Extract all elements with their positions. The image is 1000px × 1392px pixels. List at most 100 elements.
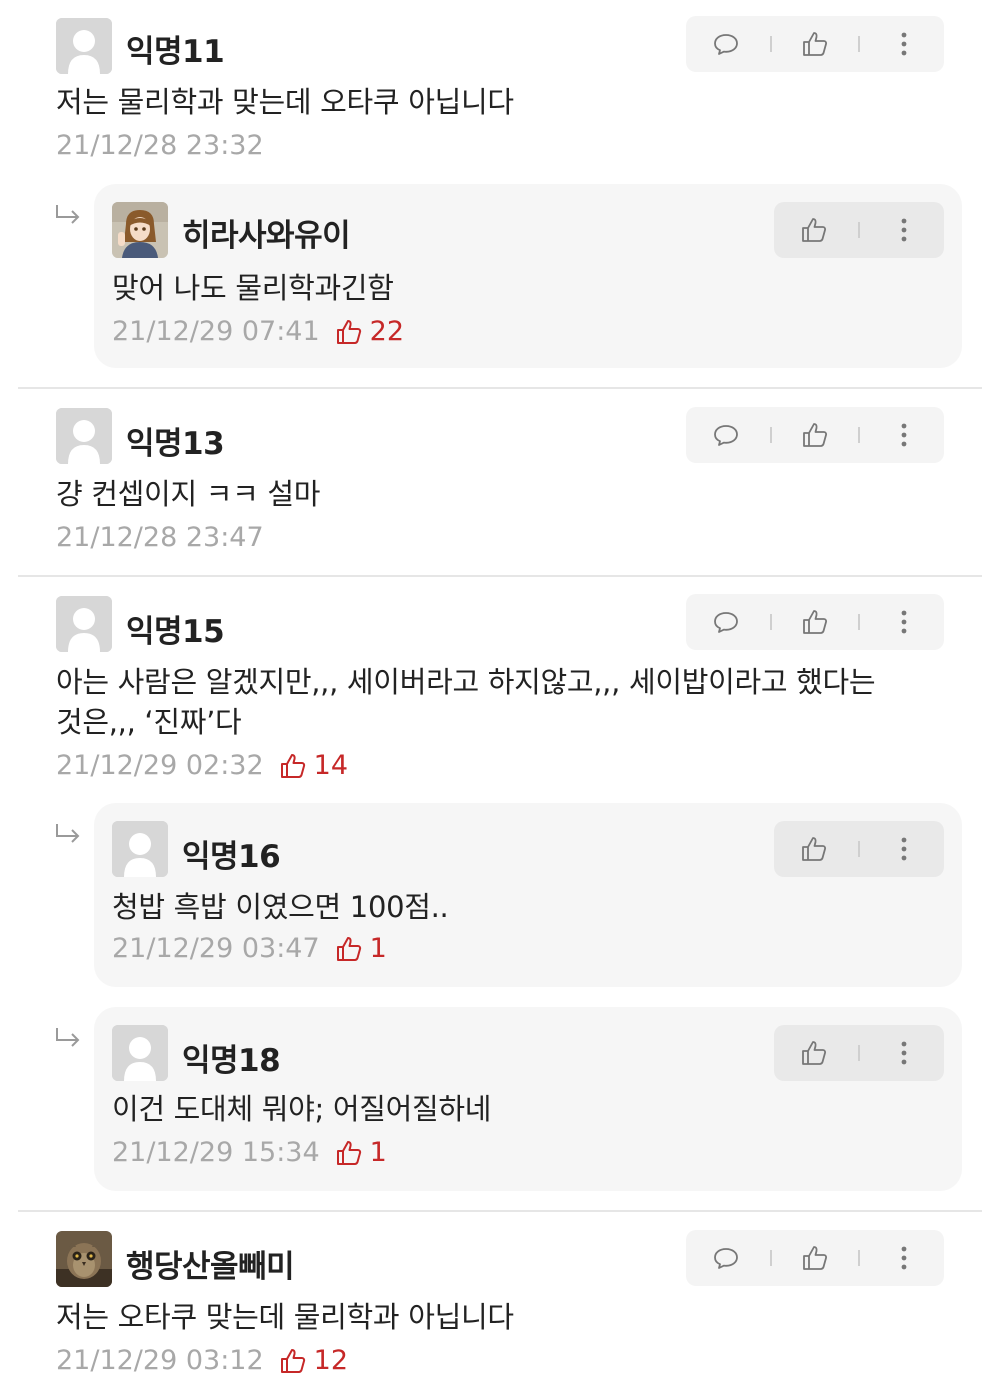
- avatar: [112, 202, 168, 258]
- more-vertical-icon: [901, 837, 907, 861]
- reply-arrow-icon: [56, 205, 80, 224]
- thumbs-up-icon: [802, 837, 827, 861]
- thumbs-up-icon: [280, 753, 305, 778]
- reply-actions: [774, 202, 944, 258]
- reply-text: 이건 도대체 뭐야; 어질어질하네: [112, 1092, 492, 1126]
- more-vertical-icon: [901, 218, 907, 242]
- comment: 익명13 걍 컨셉이지 ㅋㅋ 설마 21/12/28 23:47: [0, 390, 1000, 576]
- reply-arrow-icon: [56, 1028, 80, 1047]
- comment-actions: [686, 594, 944, 650]
- comment-meta: 21/12/29 03:12 12: [56, 1345, 348, 1376]
- like-count-value: 22: [369, 316, 405, 347]
- like-count: 22: [334, 316, 404, 347]
- thumbs-up-icon: [803, 423, 827, 447]
- comment-meta: 21/12/28 23:47: [56, 522, 264, 553]
- avatar: [56, 1231, 112, 1287]
- more-button[interactable]: [887, 1036, 921, 1070]
- reply-button[interactable]: [709, 605, 743, 639]
- divider: [18, 387, 982, 389]
- like-count-value: 1: [369, 933, 387, 964]
- separator: [858, 427, 861, 443]
- reply: 히라사와유이 맞어 나도 물리학과긴함 21/12/29 07:41 22: [94, 184, 962, 368]
- separator: [857, 222, 860, 238]
- like-count-value: 1: [369, 1137, 387, 1168]
- more-button[interactable]: [887, 605, 921, 639]
- avatar: [56, 596, 112, 652]
- reply-button[interactable]: [709, 27, 743, 61]
- separator: [857, 841, 860, 857]
- thumbs-up-icon: [336, 319, 361, 344]
- like-button[interactable]: [797, 213, 831, 247]
- comment-actions: [686, 1230, 944, 1286]
- more-vertical-icon: [901, 1246, 907, 1270]
- thumbs-up-icon: [803, 610, 827, 634]
- more-button[interactable]: [887, 418, 921, 452]
- reply-meta: 21/12/29 03:47 1: [112, 933, 387, 964]
- thumbs-up-icon: [802, 218, 827, 242]
- timestamp: 21/12/28 23:32: [56, 130, 264, 161]
- thumbs-up-icon: [802, 1041, 827, 1065]
- comment: 익명11 저는 물리학과 맞는데 오타쿠 아닙니다 21/12/28 23:32…: [0, 0, 1000, 380]
- like-button[interactable]: [798, 1241, 832, 1275]
- comment-text-line: 것은,,, ‘진짜’다: [56, 705, 242, 739]
- like-button[interactable]: [798, 27, 832, 61]
- comment-meta: 21/12/29 02:32 14: [56, 750, 348, 781]
- timestamp: 21/12/29 07:41: [112, 316, 320, 347]
- like-button[interactable]: [797, 1036, 831, 1070]
- separator: [769, 1250, 772, 1266]
- author-name[interactable]: 익명15: [126, 606, 225, 651]
- like-button[interactable]: [797, 832, 831, 866]
- timestamp: 21/12/29 03:12: [56, 1345, 264, 1376]
- comment: 행당산올빼미 저는 오타쿠 맞는데 물리학과 아닙니다 21/12/29 03:…: [0, 1213, 1000, 1392]
- reply-text: 청밥 흑밥 이였으면 100점..: [112, 890, 449, 924]
- comment-text: 저는 오타쿠 맞는데 물리학과 아닙니다: [56, 1300, 514, 1334]
- author-name[interactable]: 행당산올빼미: [126, 1241, 295, 1286]
- divider: [18, 1210, 982, 1212]
- more-vertical-icon: [901, 610, 907, 634]
- more-vertical-icon: [901, 423, 907, 447]
- speech-bubble-icon: [714, 34, 739, 55]
- thumbs-up-icon: [803, 32, 827, 56]
- reply-text: 맞어 나도 물리학과긴함: [112, 271, 394, 305]
- separator: [769, 614, 772, 630]
- timestamp: 21/12/29 15:34: [112, 1137, 320, 1168]
- like-button[interactable]: [798, 418, 832, 452]
- more-vertical-icon: [901, 32, 907, 56]
- reply-button[interactable]: [709, 1241, 743, 1275]
- like-count: 14: [278, 750, 348, 781]
- separator: [857, 1045, 860, 1061]
- comment-text-line: 아는 사람은 알겠지만,,, 세이버라고 하지않고,,, 세이밥이라고 했다는: [56, 665, 876, 699]
- author-name[interactable]: 히라사와유이: [182, 210, 351, 255]
- comment-actions: [686, 407, 944, 463]
- more-button[interactable]: [887, 1241, 921, 1275]
- speech-bubble-icon: [714, 612, 739, 633]
- like-button[interactable]: [798, 605, 832, 639]
- timestamp: 21/12/29 03:47: [112, 933, 320, 964]
- speech-bubble-icon: [714, 1248, 739, 1269]
- reply: 익명16 청밥 흑밥 이였으면 100점.. 21/12/29 03:47 1: [94, 803, 962, 987]
- author-name[interactable]: 익명18: [182, 1035, 281, 1080]
- reply-button[interactable]: [709, 418, 743, 452]
- more-vertical-icon: [901, 1041, 907, 1065]
- separator: [769, 427, 772, 443]
- like-count: 12: [278, 1345, 348, 1376]
- reply-actions: [774, 1025, 944, 1081]
- comment-actions: [686, 16, 944, 72]
- avatar: [56, 408, 112, 464]
- more-button[interactable]: [887, 832, 921, 866]
- avatar: [56, 18, 112, 74]
- author-name[interactable]: 익명13: [126, 418, 225, 463]
- like-count: 1: [334, 933, 387, 964]
- more-button[interactable]: [887, 213, 921, 247]
- thumbs-up-icon: [280, 1348, 305, 1373]
- thumbs-up-icon: [336, 936, 361, 961]
- author-name[interactable]: 익명16: [182, 831, 281, 876]
- reply: 익명18 이건 도대체 뭐야; 어질어질하네 21/12/29 15:34 1: [94, 1007, 962, 1191]
- comment-meta: 21/12/28 23:32: [56, 130, 264, 161]
- author-name[interactable]: 익명11: [126, 26, 225, 71]
- more-button[interactable]: [887, 27, 921, 61]
- reply-meta: 21/12/29 07:41 22: [112, 316, 404, 347]
- thumbs-up-icon: [803, 1246, 827, 1270]
- timestamp: 21/12/28 23:47: [56, 522, 264, 553]
- like-count-value: 14: [313, 750, 349, 781]
